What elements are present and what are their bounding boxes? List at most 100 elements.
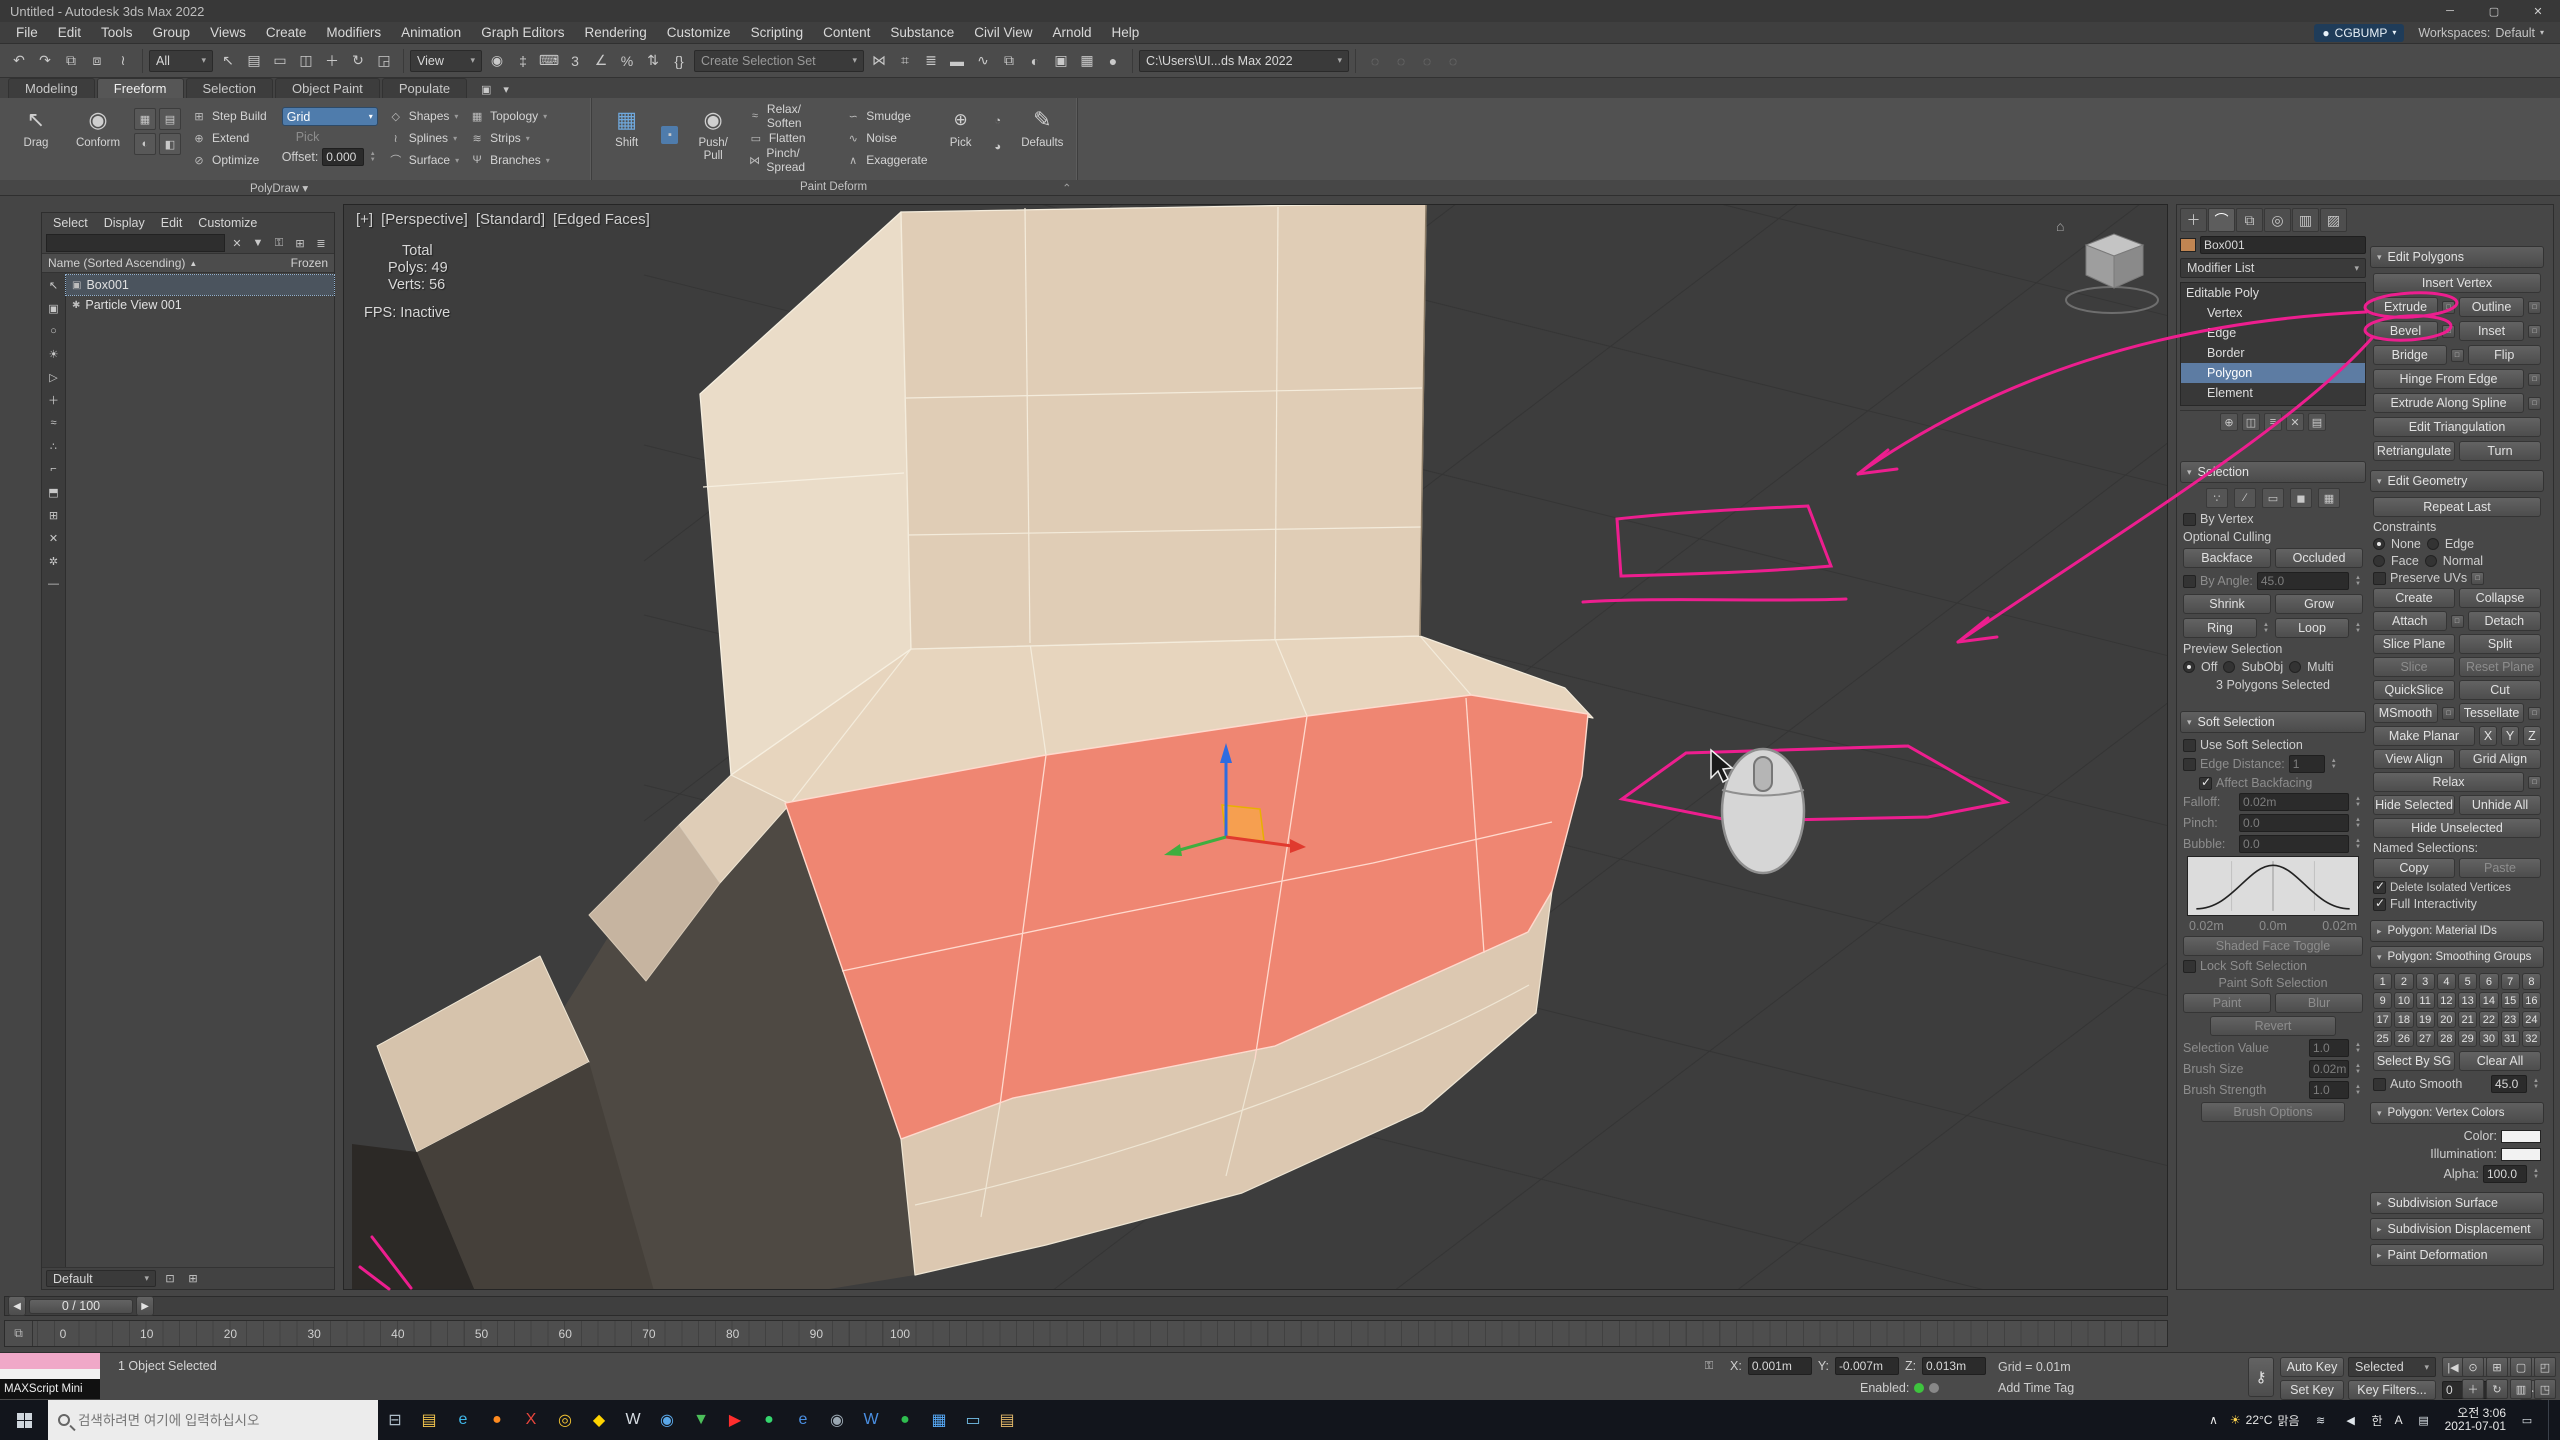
tessellate-button[interactable]: Tessellate [2459, 703, 2524, 723]
zoom-all-icon[interactable]: ⊞ [2486, 1357, 2508, 1377]
loop-button[interactable]: Loop [2275, 618, 2349, 638]
schematic-view-icon[interactable]: ⧉ [996, 48, 1022, 74]
set-key-button[interactable]: Set Key [2280, 1380, 2344, 1400]
ribbon-tab[interactable]: Populate [382, 78, 467, 98]
blur-button[interactable]: Blur [2275, 993, 2363, 1013]
smoothing-group-button[interactable]: 13 [2458, 992, 2477, 1009]
display-shapes-icon[interactable]: ○ [46, 323, 62, 339]
falloff-field[interactable]: 0.02m [2239, 793, 2349, 811]
extrude-settings-icon[interactable]: □ [2442, 301, 2455, 314]
copy-button[interactable]: Copy [2373, 858, 2455, 878]
msmooth-settings-icon[interactable]: □ [2442, 707, 2455, 720]
conform-mode-3-icon[interactable]: ◐ [134, 133, 156, 155]
select-object-icon[interactable]: ↖ [215, 48, 241, 74]
smoothing-group-button[interactable]: 2 [2394, 973, 2413, 990]
lock-explorer-icon[interactable]: ⚿ [270, 234, 288, 252]
menu-item[interactable]: Customize [657, 22, 741, 44]
explorer-menu-item[interactable]: Customize [191, 215, 264, 231]
close-button[interactable]: ✕ [2516, 0, 2560, 22]
backface-button[interactable]: Backface [2183, 548, 2271, 568]
topology-button[interactable]: ▦Topology [469, 107, 550, 125]
unlink-selection-icon[interactable]: ⧈ [84, 48, 110, 74]
go-to-start-button[interactable]: |◀ [2442, 1357, 2464, 1377]
shapes-button[interactable]: ◇Shapes [388, 107, 459, 125]
zoom-icon[interactable]: ⊙ [2462, 1357, 2484, 1377]
time-slider-next-button[interactable]: ► [136, 1296, 154, 1316]
redo-icon[interactable]: ↷ [32, 48, 58, 74]
smoothing-group-button[interactable]: 11 [2416, 992, 2435, 1009]
keyboard-override-icon[interactable]: ⌨ [536, 48, 562, 74]
slice-button[interactable]: Slice [2373, 657, 2455, 677]
paste-button[interactable]: Paste [2459, 858, 2541, 878]
quickslice-button[interactable]: QuickSlice [2373, 680, 2455, 700]
explorer-settings-icon[interactable]: ⊞ [291, 234, 309, 252]
ribbon-config-icon[interactable]: ▣ [477, 80, 495, 98]
select-by-sg-button[interactable]: Select By SG [2373, 1051, 2455, 1071]
modify-tab-icon[interactable]: ⌒ [2208, 208, 2235, 232]
hinge-from-edge-button[interactable]: Hinge From Edge [2373, 369, 2524, 389]
ring-button[interactable]: Ring [2183, 618, 2257, 638]
stack-row[interactable]: Element [2181, 383, 2365, 403]
display-all-icon[interactable]: ↖ [46, 277, 62, 293]
make-planar-button[interactable]: Make Planar [2373, 726, 2475, 746]
pinch-spread-button[interactable]: ⋈Pinch/ Spread [748, 151, 835, 169]
retriangulate-button[interactable]: Retriangulate [2373, 441, 2455, 461]
edge-distance-field[interactable]: 1 [2289, 755, 2325, 773]
alpha-field[interactable]: 100.0 [2483, 1165, 2527, 1183]
branches-button[interactable]: ΨBranches [469, 151, 550, 169]
edge-distance-checkbox[interactable] [2183, 758, 2196, 771]
maximize-button[interactable]: ▢ [2472, 0, 2516, 22]
snaps-toggle-icon[interactable]: 3 [562, 48, 588, 74]
smoothing-group-button[interactable]: 12 [2437, 992, 2456, 1009]
scene-object-row[interactable]: ✱ Particle View 001 [66, 295, 334, 315]
extrude-along-spline-button[interactable]: Extrude Along Spline [2373, 393, 2524, 413]
stack-row[interactable]: Editable Poly [2181, 283, 2365, 303]
illumination-swatch[interactable] [2501, 1148, 2541, 1161]
layer-explorer-icon[interactable]: ≣ [918, 48, 944, 74]
clock[interactable]: 오전 3:06 2021-07-01 [2445, 1407, 2506, 1433]
workspaces-selector[interactable]: Workspaces: Default ▾ [2418, 26, 2544, 40]
object-color-swatch[interactable] [2180, 238, 2196, 252]
vertex-mode-icon[interactable]: ∵ [2206, 488, 2228, 508]
viewport-label-item[interactable]: [Perspective] [381, 211, 468, 228]
turn-button[interactable]: Turn [2459, 441, 2541, 461]
relax-soften-button[interactable]: ≈Relax/ Soften [748, 107, 835, 125]
pinch-field[interactable]: 0.0 [2239, 814, 2349, 832]
toggle-ribbon-icon[interactable]: ▬ [944, 48, 970, 74]
firefox-icon[interactable]: ● [480, 1400, 514, 1440]
stack-row[interactable]: Border [2181, 343, 2365, 363]
time-slider-handle[interactable]: 0 / 100 [29, 1299, 133, 1314]
enabled-gray-indicator[interactable] [1929, 1383, 1939, 1393]
pan-icon[interactable]: ＋ [2462, 1379, 2484, 1399]
file-explorer-icon[interactable]: ▤ [412, 1400, 446, 1440]
collapsed-rollout-header[interactable]: Subdivision Displacement [2370, 1218, 2544, 1240]
column-header-frozen[interactable]: Frozen [291, 256, 328, 270]
select-by-name-icon[interactable]: ▤ [241, 48, 267, 74]
repeat-last-button[interactable]: Repeat Last [2373, 497, 2541, 517]
conform-button[interactable]: ◉ Conform [72, 102, 124, 176]
display-lights-icon[interactable]: ☀ [46, 346, 62, 362]
conform-mode-2-icon[interactable]: ▤ [159, 108, 181, 130]
smoothing-group-button[interactable]: 27 [2416, 1030, 2435, 1047]
exaggerate-button[interactable]: ∧Exaggerate [845, 151, 932, 169]
smoothing-group-button[interactable]: 21 [2458, 1011, 2477, 1028]
menu-item[interactable]: Modifiers [316, 22, 391, 44]
select-and-scale-icon[interactable]: ◲ [371, 48, 397, 74]
preserve-uvs-settings-icon[interactable]: □ [2471, 572, 2484, 585]
display-hidden-icon[interactable]: — [46, 576, 62, 592]
smoothing-group-button[interactable]: 32 [2522, 1030, 2541, 1047]
tessellate-settings-icon[interactable]: □ [2528, 707, 2541, 720]
ribbon-collapse-icon[interactable]: ⌃ [1062, 181, 1072, 195]
display-frozen-icon[interactable]: ✲ [46, 553, 62, 569]
viewport-label-item[interactable]: [Edged Faces] [553, 211, 650, 228]
smoothing-group-button[interactable]: 4 [2437, 973, 2456, 990]
search-app-icon[interactable]: ◉ [650, 1400, 684, 1440]
motion-tab-icon[interactable]: ◎ [2264, 208, 2291, 232]
select-and-manipulate-icon[interactable]: ‡ [510, 48, 536, 74]
show-end-result-icon[interactable]: ◫ [2242, 413, 2260, 431]
remove-modifier-icon[interactable]: ✕ [2286, 413, 2304, 431]
folder2-icon[interactable]: ▤ [990, 1400, 1024, 1440]
selection-lock-icon[interactable]: ⚿ [1700, 1357, 1718, 1375]
explorer-list-icon[interactable]: ≣ [312, 234, 330, 252]
selection-filter-dropdown[interactable]: All [149, 50, 213, 72]
